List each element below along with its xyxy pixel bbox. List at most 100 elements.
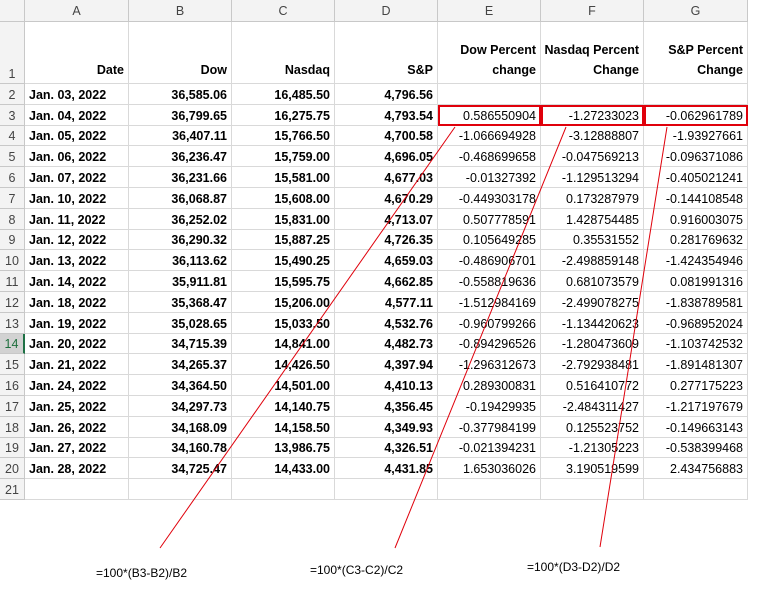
cell-e15[interactable]: -1.296312673 — [438, 354, 541, 376]
cell-d13[interactable]: 4,532.76 — [335, 312, 438, 334]
cell-f16[interactable]: 0.516410772 — [541, 375, 644, 396]
cell-d8[interactable]: 4,713.07 — [335, 208, 438, 230]
cell-b12[interactable]: 35,368.47 — [129, 292, 232, 313]
column-header-b[interactable]: B — [129, 0, 232, 22]
row-header-4[interactable]: 4 — [0, 125, 25, 147]
cell-b4[interactable]: 36,407.11 — [129, 125, 232, 147]
row-header-10[interactable]: 10 — [0, 250, 25, 272]
cell-c18[interactable]: 14,158.50 — [232, 416, 335, 438]
cell-d14[interactable]: 4,482.73 — [335, 333, 438, 355]
row-header-2[interactable]: 2 — [0, 84, 25, 105]
cell-e6[interactable]: -0.01327392 — [438, 167, 541, 188]
cell-a2[interactable]: Jan. 03, 2022 — [25, 84, 129, 105]
cell-e11[interactable]: -0.558819636 — [438, 271, 541, 292]
cell-e19[interactable]: -0.021394231 — [438, 437, 541, 459]
row-header-20[interactable]: 20 — [0, 458, 25, 480]
row-header-6[interactable]: 6 — [0, 167, 25, 188]
cell-f9[interactable]: 0.35531552 — [541, 229, 644, 251]
cell-d11[interactable]: 4,662.85 — [335, 271, 438, 292]
cell-d19[interactable]: 4,326.51 — [335, 437, 438, 459]
header-cell-e[interactable]: Dow Percent change — [438, 22, 541, 84]
cell-b8[interactable]: 36,252.02 — [129, 208, 232, 230]
row-header-11[interactable]: 11 — [0, 271, 25, 292]
cell-g7[interactable]: -0.144108548 — [644, 188, 748, 209]
cell-f4[interactable]: -3.12888807 — [541, 125, 644, 147]
cell-e5[interactable]: -0.468699658 — [438, 146, 541, 168]
cell-f7[interactable]: 0.173287979 — [541, 188, 644, 209]
cell-g17[interactable]: -1.217197679 — [644, 396, 748, 417]
column-header-d[interactable]: D — [335, 0, 438, 22]
row-header-12[interactable]: 12 — [0, 292, 25, 313]
cell-d2[interactable]: 4,796.56 — [335, 84, 438, 105]
cell-f5[interactable]: -0.047569213 — [541, 146, 644, 168]
cell-b19[interactable]: 34,160.78 — [129, 437, 232, 459]
header-cell-d[interactable]: S&P — [335, 22, 438, 84]
cell-b21[interactable] — [129, 479, 232, 500]
cell-g19[interactable]: -0.538399468 — [644, 437, 748, 459]
cell-d6[interactable]: 4,677.03 — [335, 167, 438, 188]
cell-a4[interactable]: Jan. 05, 2022 — [25, 125, 129, 147]
cell-e16[interactable]: 0.289300831 — [438, 375, 541, 396]
cell-c10[interactable]: 15,490.25 — [232, 250, 335, 272]
header-cell-f[interactable]: Nasdaq Percent Change — [541, 22, 644, 84]
cell-g18[interactable]: -0.149663143 — [644, 416, 748, 438]
row-header-21[interactable]: 21 — [0, 479, 25, 500]
cell-e2[interactable] — [438, 84, 541, 105]
cell-a5[interactable]: Jan. 06, 2022 — [25, 146, 129, 168]
cell-c15[interactable]: 14,426.50 — [232, 354, 335, 376]
row-header-1[interactable]: 1 — [0, 22, 25, 84]
cell-b2[interactable]: 36,585.06 — [129, 84, 232, 105]
cell-b3[interactable]: 36,799.65 — [129, 104, 232, 126]
cell-a12[interactable]: Jan. 18, 2022 — [25, 292, 129, 313]
cell-g8[interactable]: 0.916003075 — [644, 208, 748, 230]
cell-c9[interactable]: 15,887.25 — [232, 229, 335, 251]
cell-b17[interactable]: 34,297.73 — [129, 396, 232, 417]
cell-b10[interactable]: 36,113.62 — [129, 250, 232, 272]
cell-g2[interactable] — [644, 84, 748, 105]
cell-a7[interactable]: Jan. 10, 2022 — [25, 188, 129, 209]
cell-e14[interactable]: -0.894296526 — [438, 333, 541, 355]
cell-a14[interactable]: Jan. 20, 2022 — [25, 333, 129, 355]
cell-f6[interactable]: -1.129513294 — [541, 167, 644, 188]
header-cell-a[interactable]: Date — [25, 22, 129, 84]
cell-g3[interactable]: -0.062961789 — [644, 104, 748, 126]
cell-e18[interactable]: -0.377984199 — [438, 416, 541, 438]
row-header-17[interactable]: 17 — [0, 396, 25, 417]
cell-a16[interactable]: Jan. 24, 2022 — [25, 375, 129, 396]
cell-g6[interactable]: -0.405021241 — [644, 167, 748, 188]
cell-a3[interactable]: Jan. 04, 2022 — [25, 104, 129, 126]
cell-g10[interactable]: -1.424354946 — [644, 250, 748, 272]
cell-e7[interactable]: -0.449303178 — [438, 188, 541, 209]
cell-f3[interactable]: -1.27233023 — [541, 104, 644, 126]
cell-e13[interactable]: -0.960799266 — [438, 312, 541, 334]
cell-f13[interactable]: -1.134420623 — [541, 312, 644, 334]
column-header-f[interactable]: F — [541, 0, 644, 22]
cell-d4[interactable]: 4,700.58 — [335, 125, 438, 147]
cell-a21[interactable] — [25, 479, 129, 500]
cell-a20[interactable]: Jan. 28, 2022 — [25, 458, 129, 480]
cell-c11[interactable]: 15,595.75 — [232, 271, 335, 292]
cell-c13[interactable]: 15,033.50 — [232, 312, 335, 334]
cell-c12[interactable]: 15,206.00 — [232, 292, 335, 313]
cell-g13[interactable]: -0.968952024 — [644, 312, 748, 334]
cell-a8[interactable]: Jan. 11, 2022 — [25, 208, 129, 230]
cell-g16[interactable]: 0.277175223 — [644, 375, 748, 396]
cell-b20[interactable]: 34,725.47 — [129, 458, 232, 480]
cell-b15[interactable]: 34,265.37 — [129, 354, 232, 376]
cell-e3[interactable]: 0.586550904 — [438, 104, 541, 126]
row-header-16[interactable]: 16 — [0, 375, 25, 396]
cell-a18[interactable]: Jan. 26, 2022 — [25, 416, 129, 438]
cell-c16[interactable]: 14,501.00 — [232, 375, 335, 396]
cell-c2[interactable]: 16,485.50 — [232, 84, 335, 105]
cell-d3[interactable]: 4,793.54 — [335, 104, 438, 126]
cell-f20[interactable]: 3.190519599 — [541, 458, 644, 480]
cell-a17[interactable]: Jan. 25, 2022 — [25, 396, 129, 417]
cell-f18[interactable]: 0.125523752 — [541, 416, 644, 438]
cell-d18[interactable]: 4,349.93 — [335, 416, 438, 438]
cell-g12[interactable]: -1.838789581 — [644, 292, 748, 313]
cell-d20[interactable]: 4,431.85 — [335, 458, 438, 480]
cell-g4[interactable]: -1.93927661 — [644, 125, 748, 147]
row-header-13[interactable]: 13 — [0, 312, 25, 334]
cell-e4[interactable]: -1.066694928 — [438, 125, 541, 147]
cell-g20[interactable]: 2.434756883 — [644, 458, 748, 480]
